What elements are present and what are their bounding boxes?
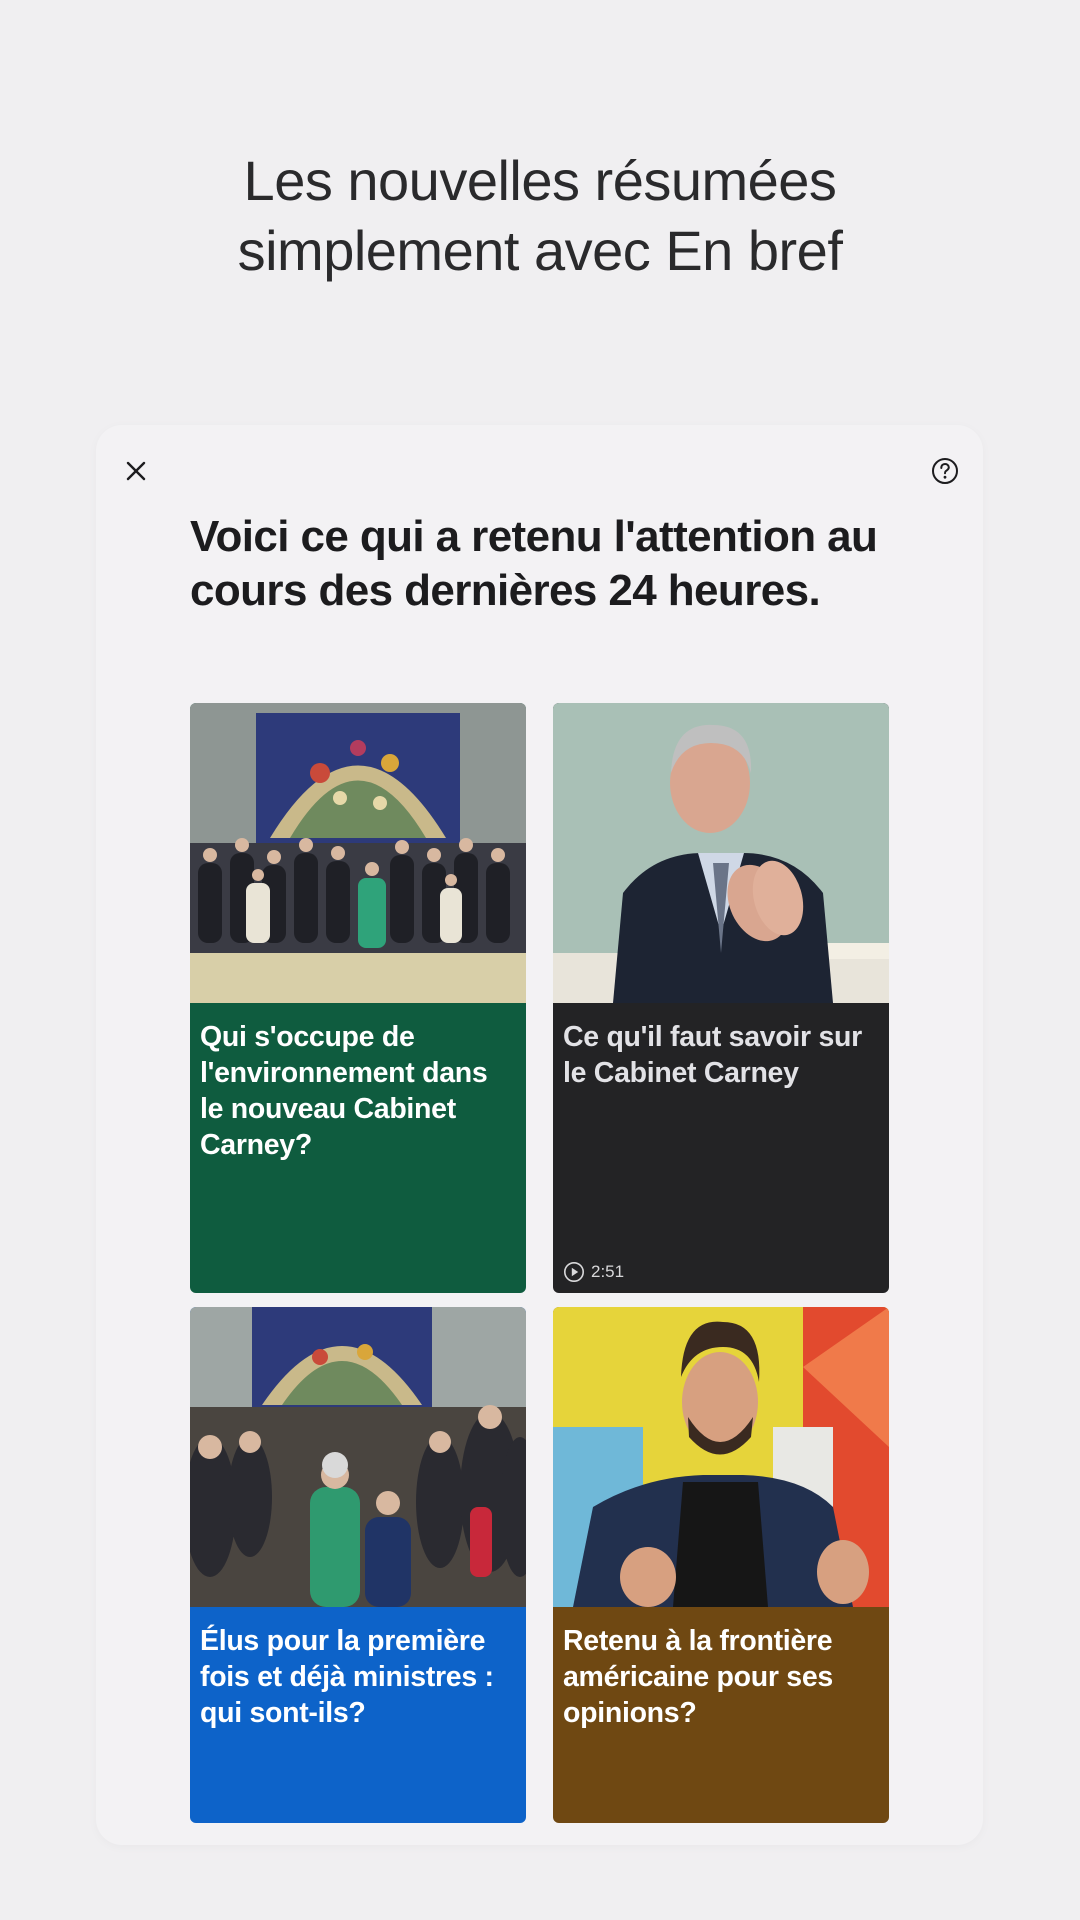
tile-body: Qui s'occupe de l'environnement dans le …: [190, 1003, 526, 1163]
story-tile-border[interactable]: Retenu à la frontière américaine pour se…: [553, 1307, 889, 1823]
tile-caption: Ce qu'il faut savoir sur le Cabinet Carn…: [563, 1021, 862, 1089]
video-duration: 2:51: [563, 1261, 624, 1283]
briefing-card: Voici ce qui a retenu l'attention au cou…: [96, 425, 983, 1845]
promo-heading-line-1: Les nouvelles résumées: [243, 149, 837, 212]
help-circle-icon: [932, 458, 958, 484]
tile-body: Retenu à la frontière américaine pour se…: [553, 1607, 889, 1731]
promo-heading-line-2: simplement avec En bref: [237, 219, 843, 282]
man-thumbs-up-portrait: [553, 1307, 889, 1607]
video-duration-label: 2:51: [591, 1262, 625, 1281]
help-button[interactable]: [921, 447, 969, 495]
promo-heading: Les nouvelles résumées simplement avec E…: [0, 146, 1080, 286]
tile-caption: Élus pour la première fois et déjà minis…: [200, 1625, 494, 1729]
close-icon: [126, 461, 146, 481]
tile-caption: Retenu à la frontière américaine pour se…: [563, 1625, 833, 1729]
cabinet-group-photo: [190, 703, 526, 1003]
story-tile-new-ministers[interactable]: Élus pour la première fois et déjà minis…: [190, 1307, 526, 1823]
ceremony-crowd-photo: [190, 1307, 526, 1607]
man-clapping-portrait: [553, 703, 889, 1003]
card-title: Voici ce qui a retenu l'attention au cou…: [190, 512, 878, 615]
close-button[interactable]: [112, 447, 160, 495]
play-circle-icon: [564, 1262, 584, 1282]
tile-caption: Qui s'occupe de l'environnement dans le …: [200, 1021, 488, 1161]
tile-body: Ce qu'il faut savoir sur le Cabinet Carn…: [553, 1003, 889, 1091]
story-tile-cabinet-video[interactable]: Ce qu'il faut savoir sur le Cabinet Carn…: [553, 703, 889, 1293]
tile-body: Élus pour la première fois et déjà minis…: [190, 1607, 526, 1731]
story-tile-environment[interactable]: Qui s'occupe de l'environnement dans le …: [190, 703, 526, 1293]
